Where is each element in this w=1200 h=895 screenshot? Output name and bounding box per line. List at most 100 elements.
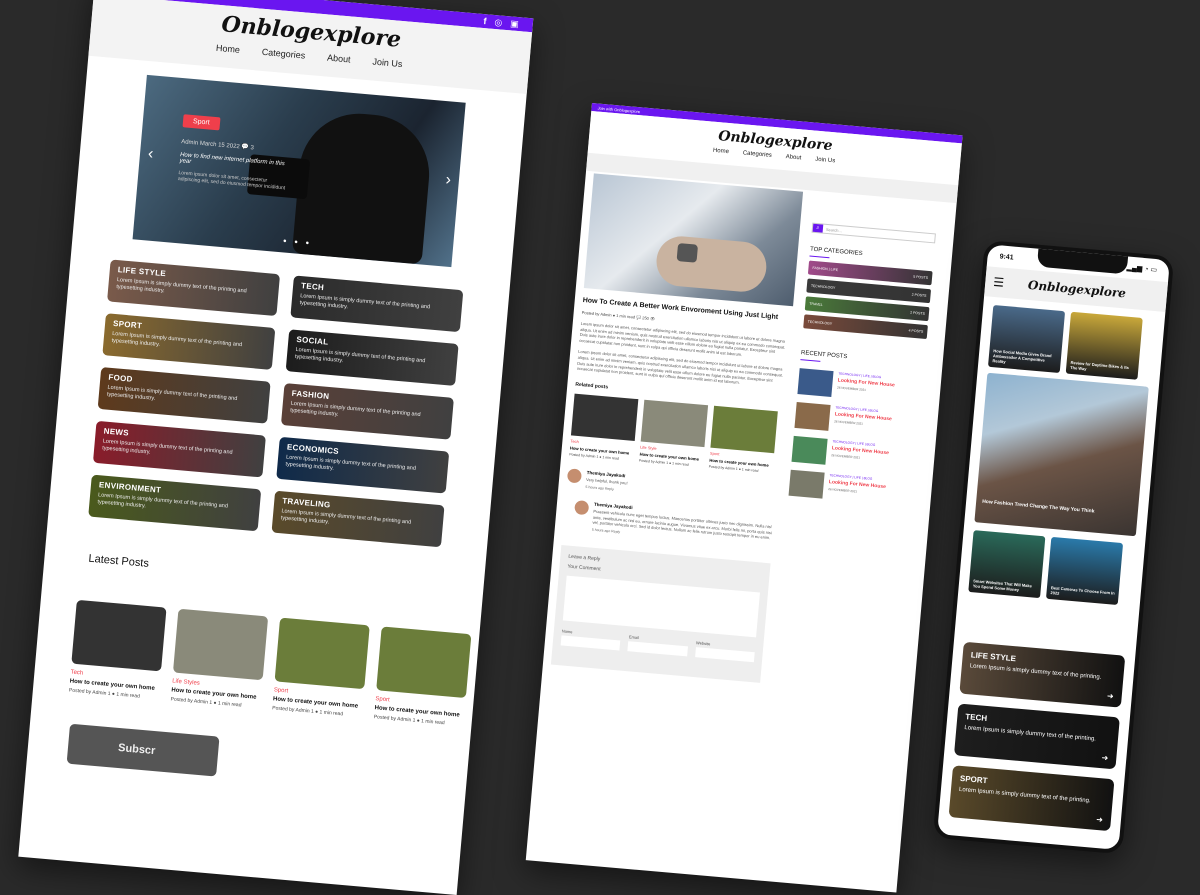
arrow-right-icon[interactable]: ➜ — [1101, 753, 1108, 763]
comment-footer: 5 hours ago Reply — [585, 485, 627, 493]
post-card[interactable]: Tech How to create your own home Posted by… — [69, 599, 167, 701]
chevron-left-icon[interactable]: ‹ — [147, 145, 154, 163]
top-categories-title: TOP CATEGORIES — [809, 246, 863, 258]
nav-about[interactable]: About — [785, 154, 801, 161]
section-underline — [809, 255, 830, 259]
top-category-name: TECHNOLOGY — [810, 283, 836, 290]
chevron-right-icon[interactable]: › — [445, 171, 452, 189]
facebook-icon[interactable]: f — [483, 16, 487, 26]
post-image[interactable] — [71, 599, 167, 672]
recent-text: TECHNOLOGY | LIFE | BLOG Looking For New … — [833, 405, 892, 436]
post-tile-title[interactable]: How Social Media Gives Brand Ambassador … — [992, 348, 1057, 369]
recent-image[interactable] — [791, 435, 828, 465]
post-tile-title[interactable]: Smart Websites That Will Make You Spend … — [973, 578, 1038, 594]
post-tile[interactable]: Smart Websites That Will Make You Spend … — [968, 530, 1046, 599]
hero-meta: Admin March 15 2022 💬 3 — [180, 139, 255, 152]
latest-posts-title: Latest Posts — [88, 552, 150, 570]
recent-image[interactable] — [794, 401, 831, 431]
mobile-categories: LIFE STYLE Lorem Ipsum is simply dummy te… — [948, 641, 1126, 832]
post-tile-title[interactable]: Review for Daytime Bikes & Its The Way — [1070, 360, 1135, 376]
recent-post[interactable]: TECHNOLOGY | LIFE | BLOG Looking For New … — [791, 435, 917, 473]
post-image[interactable] — [172, 608, 269, 681]
sidebar: ⌕ Search... TOP CATEGORIES FASHION | LIF… — [788, 193, 939, 507]
category-card[interactable]: LIFE STYLE Lorem Ipsum is simply dummy te… — [107, 259, 281, 317]
search-input[interactable]: Search... — [823, 225, 843, 235]
recent-post[interactable]: TECHNOLOGY | LIFE | BLOG Looking For New … — [788, 469, 915, 507]
comment-text: Very helpful, thank you! — [585, 476, 628, 486]
related-image[interactable] — [710, 405, 778, 454]
status-icons: ▂▄▆ ◔ ▭ — [1126, 264, 1158, 275]
post-tile-title[interactable]: Best Cameras To Choose From In 2022 — [1050, 585, 1115, 601]
post-card[interactable]: Sport How to create your own home Posted b… — [272, 617, 370, 719]
slider-dots[interactable]: ● ● ● — [283, 238, 313, 247]
post-card[interactable]: Sport How to create your own home Posted b… — [374, 626, 472, 727]
related-image[interactable] — [570, 393, 639, 441]
category-card[interactable]: TECH Lorem Ipsum is simply dummy text of … — [953, 703, 1120, 770]
featured-post-title[interactable]: How Fashion Trend Change The Way You Thi… — [982, 499, 1095, 515]
social-icon[interactable]: ▣ — [510, 18, 519, 30]
nav-about[interactable]: About — [327, 53, 351, 65]
comment: Themiya Jayakodi Praesent vehicula nunc e… — [573, 500, 775, 547]
reply-button[interactable]: Reply — [611, 530, 620, 535]
recent-post[interactable]: TECHNOLOGY | LIFE | BLOG Looking For New … — [794, 401, 920, 439]
hero-slider[interactable]: Sport Admin March 15 2022 💬 3 How to fin… — [132, 74, 466, 268]
category-card[interactable]: ENVIRONMENT Lorem Ipsum is simply dummy t… — [88, 474, 262, 532]
nav-join-us[interactable]: Join Us — [372, 57, 403, 70]
nav-join-us[interactable]: Join Us — [815, 157, 835, 165]
nav-home[interactable]: Home — [713, 148, 729, 155]
top-category-count: 2 POSTS — [909, 310, 926, 316]
nav-categories[interactable]: Categories — [743, 150, 772, 159]
site-logo[interactable]: Onblogexplore — [1027, 278, 1126, 301]
post-tile[interactable]: Review for Daytime Bikes & Its The Way — [1065, 311, 1143, 380]
arrow-right-icon[interactable]: ➜ — [1096, 815, 1103, 825]
post-tile[interactable]: Best Cameras To Choose From In 2022 — [1045, 536, 1124, 605]
top-category-count: 4 POSTS — [908, 328, 924, 334]
section-underline — [800, 359, 821, 362]
related-post[interactable]: Tech How to create your own home Posted by… — [569, 393, 639, 461]
watch-image — [676, 243, 699, 263]
post-image[interactable] — [376, 626, 472, 699]
recent-post[interactable]: TECHNOLOGY | LIFE | BLOG Looking For New … — [797, 368, 923, 405]
search-box[interactable]: ⌕ Search... — [811, 222, 936, 244]
category-card[interactable]: FASHION Lorem Ipsum is simply dummy text … — [280, 383, 454, 440]
reply-form: Leave a Reply Your Comment Name Email We… — [550, 545, 771, 684]
category-card[interactable]: TRAVELING Lorem Ipsum is simply dummy tex… — [271, 490, 445, 548]
comment-body: Themiya Jayakodi Very helpful, thank you!… — [585, 470, 628, 493]
recent-posts-list: TECHNOLOGY | LIFE | BLOG Looking For New … — [788, 368, 924, 507]
recent-image[interactable] — [788, 469, 825, 499]
recent-image[interactable] — [797, 368, 834, 397]
arrow-right-icon[interactable]: ➜ — [1107, 691, 1114, 701]
hero-tag[interactable]: Sport — [182, 114, 221, 131]
post-card[interactable]: Life Styles How to create your own home Po… — [170, 608, 269, 710]
avatar — [566, 468, 583, 484]
post-image[interactable] — [274, 617, 370, 690]
nav-categories[interactable]: Categories — [261, 47, 305, 61]
blog-post-mockup: Join with Onblogexplore Onblogexplore Ho… — [525, 103, 963, 893]
post-tile[interactable]: How Social Media Gives Brand Ambassador … — [987, 304, 1066, 374]
category-card[interactable]: NEWS Lorem Ipsum is simply dummy text of … — [92, 420, 266, 478]
featured-post[interactable]: How Fashion Trend Change The Way You Thi… — [974, 372, 1149, 537]
subscribe-box[interactable]: Subscr — [66, 723, 220, 777]
category-card[interactable]: ECONOMICS Lorem Ipsum is simply dummy tex… — [276, 436, 450, 494]
category-card[interactable]: SPORT Lorem Ipsum is simply dummy text of… — [948, 765, 1115, 832]
instagram-icon[interactable]: ◎ — [494, 16, 503, 28]
hero-image — [291, 108, 435, 265]
menu-icon[interactable]: ☰ — [993, 275, 1005, 290]
top-category-name: FASHION | LIFE — [812, 265, 839, 273]
category-card[interactable]: SPORT Lorem Ipsum is simply dummy text of… — [102, 313, 276, 370]
comment-textarea[interactable] — [562, 575, 760, 638]
related-post[interactable]: Life Style How to create your own home Pos… — [639, 399, 709, 468]
category-card[interactable]: SOCIAL Lorem Ipsum is simply dummy text o… — [285, 329, 459, 386]
related-post[interactable]: Sport How to create your own home Posted b… — [709, 405, 778, 474]
comment-time: 5 hours ago — [591, 528, 611, 534]
category-card[interactable]: FOOD Lorem Ipsum is simply dummy text of … — [97, 367, 271, 424]
nav-home[interactable]: Home — [216, 43, 241, 55]
top-category-count: 5 POSTS — [913, 274, 929, 280]
related-image[interactable] — [640, 399, 709, 447]
comment: Themiya Jayakodi Very helpful, thank you!… — [566, 468, 777, 506]
category-card[interactable]: LIFE STYLE Lorem Ipsum is simply dummy te… — [959, 641, 1126, 708]
reply-button[interactable]: Reply — [605, 487, 614, 492]
mobile-post-grid: How Social Media Gives Brand Ambassador … — [978, 296, 1165, 382]
comment-time: 5 hours ago — [585, 485, 605, 491]
category-card[interactable]: TECH Lorem Ipsum is simply dummy text of … — [290, 275, 464, 333]
